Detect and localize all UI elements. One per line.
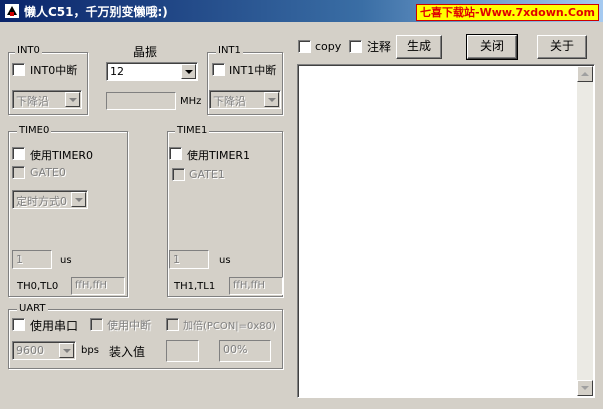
- baud-rate-select[interactable]: 9600: [12, 341, 76, 360]
- uart-interrupt-checkbox[interactable]: [90, 318, 103, 331]
- baud-error-field[interactable]: 00%: [219, 340, 271, 362]
- comment-label: 注释: [367, 40, 392, 54]
- timer0-time-field[interactable]: 1: [12, 250, 52, 269]
- int1-trigger-value: 下降沿: [213, 95, 246, 108]
- about-button[interactable]: 关于: [537, 35, 587, 59]
- timer0-time-value: 1: [16, 253, 23, 266]
- chevron-down-icon: [59, 343, 74, 358]
- chevron-down-icon: [71, 192, 86, 207]
- timer1-time-value: 1: [173, 253, 180, 266]
- timer1-enable-checkbox[interactable]: [169, 147, 182, 160]
- gate0-label: GATE0: [30, 166, 66, 179]
- copy-checkbox[interactable]: [298, 40, 311, 53]
- crystal-label: 晶振: [133, 45, 158, 59]
- uart-group-label: UART: [17, 303, 48, 314]
- timer0-reg-value: ffH,ffH: [75, 280, 107, 291]
- timer0-mode-select[interactable]: 定时方式0: [12, 190, 88, 209]
- int0-enable-label: INT0中断: [30, 64, 78, 77]
- timer1-reg-value: ffH,ffH: [233, 280, 265, 291]
- comment-checkbox[interactable]: [349, 40, 362, 53]
- gate1-label: GATE1: [189, 168, 225, 181]
- int1-trigger-select[interactable]: 下降沿: [209, 90, 281, 109]
- int1-group-label: INT1: [216, 45, 243, 56]
- baud-double-label: 加倍(PCON|=0x80): [183, 321, 276, 332]
- output-textarea[interactable]: [297, 64, 595, 398]
- title-bar[interactable]: 懒人C51，千万别变懒哦:) 七喜下载站-Www.7xdown.Com: [0, 0, 603, 22]
- load-value-field[interactable]: [166, 340, 199, 362]
- timer0-reg-field[interactable]: ffH,ffH: [71, 277, 125, 295]
- timer0-group-label: TIME0: [17, 125, 52, 136]
- baud-rate-value: 9600: [16, 344, 44, 357]
- crystal-value: 12: [110, 65, 124, 78]
- timer0-enable-label: 使用TIMER0: [30, 149, 94, 162]
- vertical-scrollbar[interactable]: [577, 66, 593, 396]
- crystal-unit: MHz: [180, 96, 202, 107]
- baud-unit: bps: [81, 345, 99, 356]
- timer1-reg-field[interactable]: ffH,ffH: [229, 277, 283, 295]
- gate0-checkbox[interactable]: [12, 166, 25, 179]
- int0-trigger-select[interactable]: 下降沿: [12, 90, 82, 109]
- close-button[interactable]: 关闭: [466, 34, 518, 60]
- window-title: 懒人C51，千万别变懒哦:): [24, 5, 168, 19]
- uart-enable-checkbox[interactable]: [12, 318, 25, 331]
- int1-enable-label: INT1中断: [229, 64, 277, 77]
- generate-button[interactable]: 生成: [396, 35, 442, 59]
- crystal-select[interactable]: 12: [106, 62, 198, 81]
- timer1-group-label: TIME1: [175, 125, 210, 136]
- timer0-mode-value: 定时方式0: [16, 195, 67, 208]
- watermark-banner: 七喜下载站-Www.7xdown.Com: [416, 4, 599, 21]
- gate1-checkbox[interactable]: [172, 168, 185, 181]
- timer1-time-field[interactable]: 1: [169, 250, 209, 269]
- timer0-time-unit: us: [60, 255, 72, 266]
- timer0-enable-checkbox[interactable]: [12, 147, 25, 160]
- timer1-enable-label: 使用TIMER1: [187, 149, 251, 162]
- scroll-down-icon[interactable]: [577, 380, 593, 396]
- uart-enable-label: 使用串口: [30, 319, 79, 333]
- timer1-time-unit: us: [219, 255, 231, 266]
- int0-group-label: INT0: [15, 45, 42, 56]
- chevron-down-icon: [65, 92, 80, 107]
- c51-app-icon: [5, 4, 19, 18]
- timer1-reg-label: TH1,TL1: [174, 281, 216, 292]
- chevron-down-icon: [181, 64, 196, 79]
- baud-error-value: 00%: [223, 343, 248, 356]
- chevron-down-icon: [264, 92, 279, 107]
- scroll-up-icon[interactable]: [577, 66, 593, 82]
- crystal-freq-field[interactable]: [106, 92, 176, 110]
- copy-label: copy: [315, 40, 342, 53]
- load-value-label: 装入值: [109, 345, 146, 359]
- int0-trigger-value: 下降沿: [16, 95, 49, 108]
- int1-enable-checkbox[interactable]: [212, 63, 225, 76]
- baud-double-checkbox[interactable]: [166, 318, 179, 331]
- timer0-reg-label: TH0,TL0: [17, 281, 59, 292]
- uart-interrupt-label: 使用中断: [107, 319, 151, 332]
- int0-enable-checkbox[interactable]: [12, 63, 25, 76]
